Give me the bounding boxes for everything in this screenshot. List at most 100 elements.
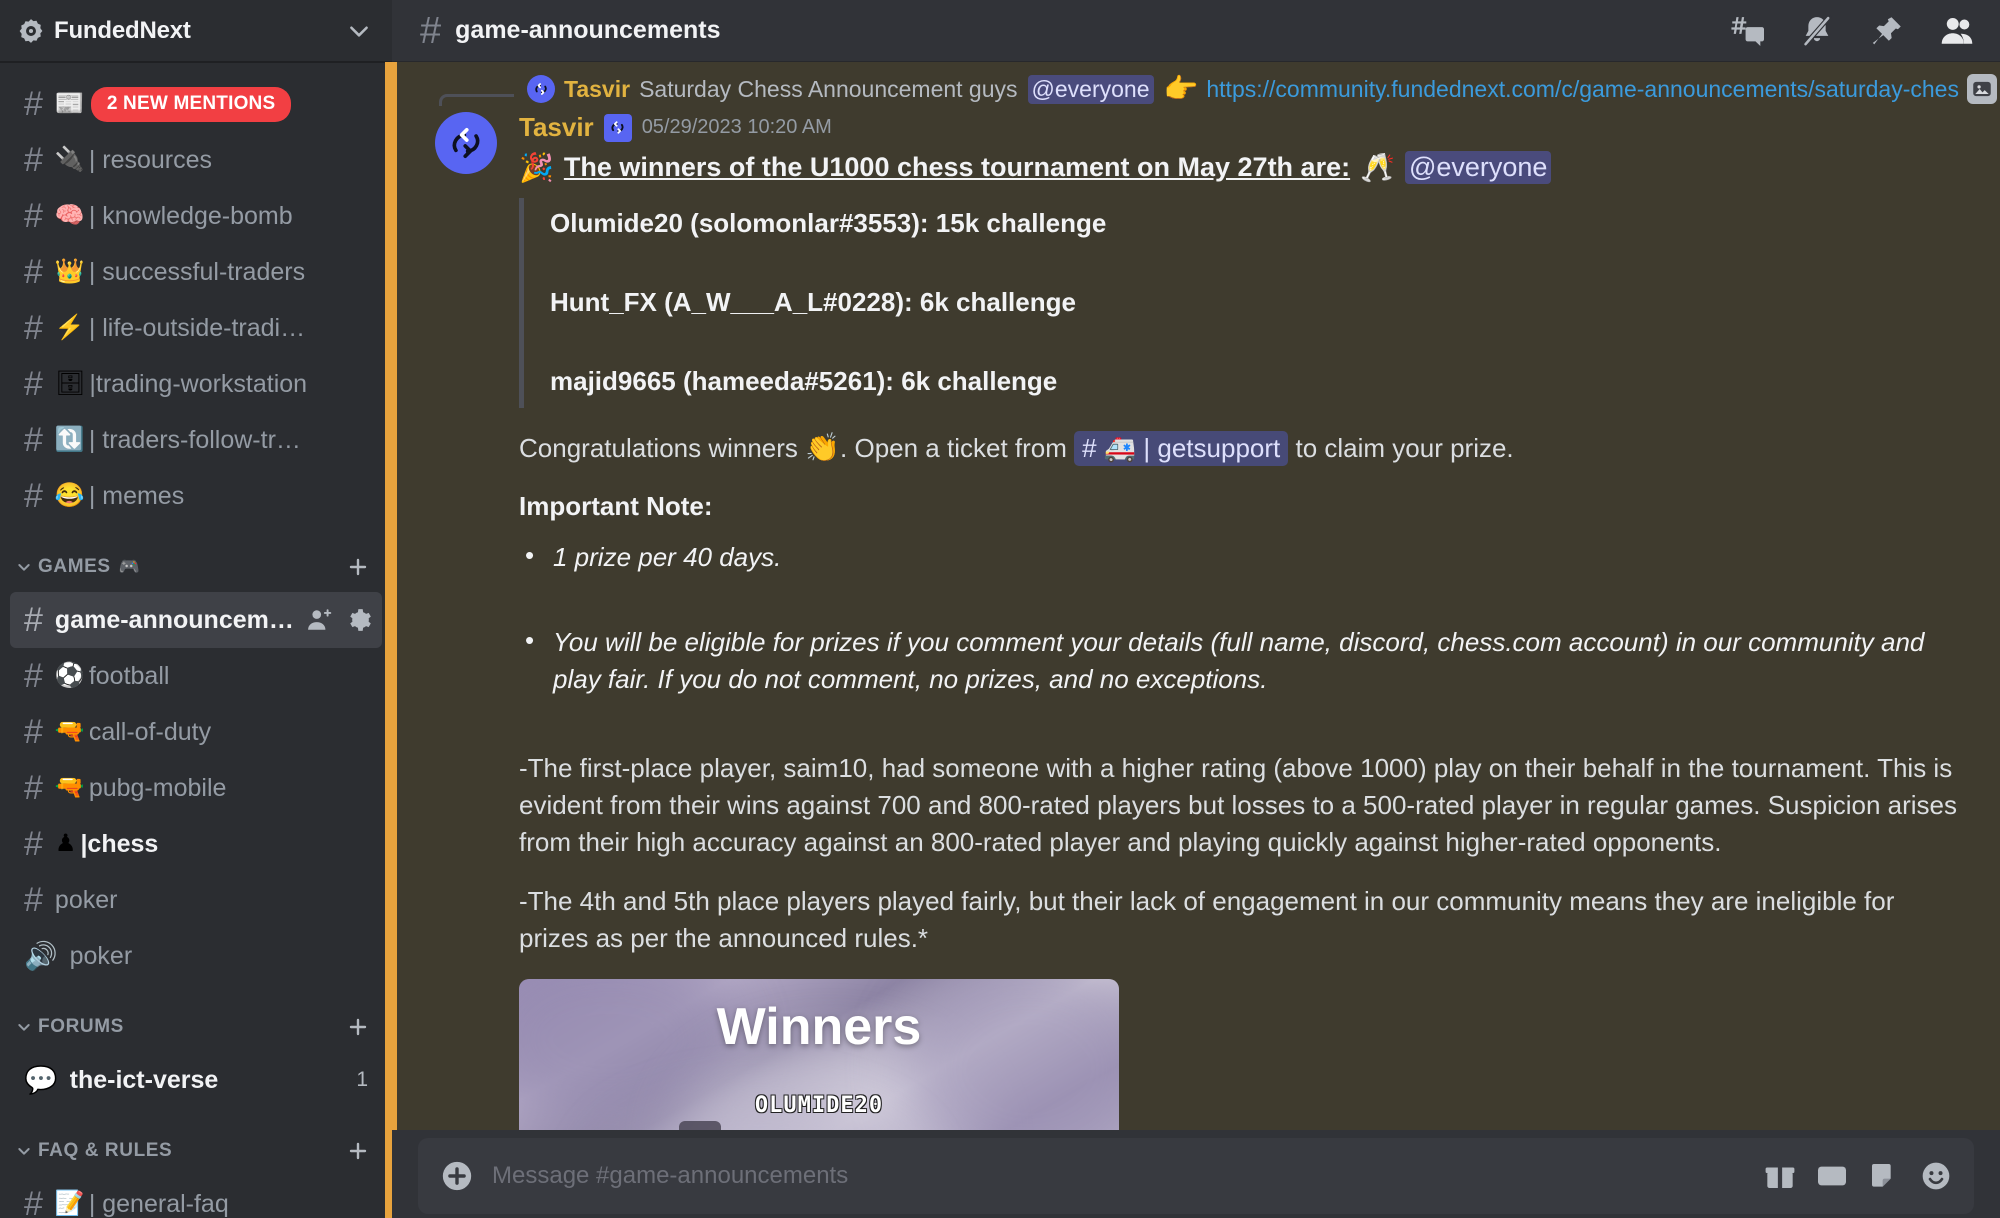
- channel-actions: [307, 607, 372, 633]
- sidebar-item-the-ict-verse[interactable]: 💬 the-ict-verse 1: [10, 1052, 382, 1108]
- sidebar-item-successful-traders[interactable]: # 👑 | successful-traders: [10, 244, 382, 300]
- message-body: Tasvir 05/29/2023 10:20 AM 🎉 The winners…: [519, 112, 2000, 1130]
- chevron-down-icon[interactable]: [346, 18, 372, 44]
- reply-link[interactable]: https://community.fundednext.com/c/game-…: [1206, 76, 1959, 103]
- chevron-down-icon: [16, 1019, 32, 1035]
- message-author[interactable]: Tasvir: [519, 112, 594, 143]
- category-label: FAQ & RULES: [38, 1140, 173, 1161]
- category-forums[interactable]: FORUMS: [10, 1002, 382, 1052]
- sidebar-item-football[interactable]: # ⚽ football: [10, 648, 382, 704]
- bell-muted-icon[interactable]: [1800, 14, 1834, 48]
- emoji-icon[interactable]: [1920, 1160, 1952, 1192]
- server-header[interactable]: FundedNext: [0, 0, 392, 62]
- message-headline: 🎉 The winners of the U1000 chess tournam…: [519, 151, 1970, 184]
- attachment-winner-name: OLUMIDE20: [754, 1092, 884, 1118]
- hash-icon: #: [24, 85, 43, 123]
- winner-row: Hunt_FX (A_W___A_L#0228): 6k challenge: [550, 287, 1076, 318]
- sidebar-item-label: pubg-mobile: [88, 773, 227, 802]
- hash-icon: #: [24, 197, 43, 235]
- channel-emoji: 🗄: [54, 370, 86, 397]
- attachment-title: Winners: [716, 997, 922, 1056]
- hash-icon: #: [24, 1185, 43, 1218]
- party-popper-icon: 🎉: [519, 151, 554, 183]
- channel-emoji: 📝: [54, 1190, 85, 1217]
- sidebar-item-label: | traders-follow-tr…: [88, 425, 301, 454]
- hash-icon: #: [24, 421, 43, 459]
- clapping-hands-icon: 👏: [805, 431, 841, 463]
- hash-icon: #: [24, 601, 43, 639]
- clinking-glasses-icon: 🥂: [1360, 151, 1395, 183]
- hash-icon: #: [24, 713, 43, 751]
- hash-icon: #: [24, 769, 43, 807]
- sidebar-item-pubg-mobile[interactable]: # 🔫 pubg-mobile: [10, 760, 382, 816]
- sidebar-item-poker-voice[interactable]: 🔊 poker: [10, 928, 382, 984]
- sidebar-item-label: | resources: [88, 145, 213, 174]
- sidebar-item-traders-follow-traders[interactable]: # 🔃 | traders-follow-tr…: [10, 412, 382, 468]
- sidebar-item-memes[interactable]: # 😂 | memes: [10, 468, 382, 524]
- sidebar-item-label: call-of-duty: [88, 717, 212, 746]
- category-label: GAMES: [38, 556, 111, 577]
- chess-pawn-icon: ♟: [54, 830, 77, 857]
- gamepad-icon: 🎮: [118, 557, 140, 576]
- mention-chip[interactable]: @everyone: [1404, 151, 1552, 184]
- category-faq-rules[interactable]: FAQ & RULES: [10, 1126, 382, 1176]
- channel-emoji: ⚽: [54, 662, 85, 689]
- channel-emoji: ⚡: [54, 314, 85, 341]
- sidebar-item-general-faq[interactable]: # 📝 | general-faq: [10, 1176, 382, 1218]
- avatar[interactable]: [435, 112, 497, 174]
- hash-icon: #: [24, 477, 43, 515]
- sidebar-item-call-of-duty[interactable]: # 🔫 call-of-duty: [10, 704, 382, 760]
- paragraph-4th-5th-place: -The 4th and 5th place players played fa…: [519, 885, 1895, 953]
- sidebar-scrollbar[interactable]: [385, 62, 392, 1218]
- message-list[interactable]: Tasvir Saturday Chess Announcement guys …: [392, 62, 2000, 1130]
- congrats-paragraph: Congratulations winners 👏. Open a ticket…: [519, 430, 1970, 467]
- message-input[interactable]: [492, 1162, 1764, 1190]
- sidebar-item-chess[interactable]: # ♟ |chess: [10, 816, 382, 872]
- composer-box[interactable]: [418, 1138, 1974, 1214]
- add-member-icon[interactable]: [307, 607, 333, 633]
- add-channel-icon[interactable]: [346, 1015, 370, 1039]
- paragraph-first-place: -The first-place player, saim10, had som…: [519, 753, 1958, 857]
- winners-attachment-image[interactable]: Winners OLUMIDE20 (SOLOMONLAR#3553): [519, 978, 1119, 1130]
- threads-icon[interactable]: [1730, 14, 1764, 48]
- sidebar-item-label: poker: [69, 941, 133, 970]
- category-games[interactable]: GAMES 🎮: [10, 542, 382, 592]
- message-composer: [392, 1130, 2000, 1218]
- chevron-down-icon: [16, 1143, 32, 1159]
- sidebar-item-trading-workstation[interactable]: # 🗄 |trading-workstation: [10, 356, 382, 412]
- speaker-lock-icon: 🔊: [24, 940, 58, 971]
- channel-mention-getsupport[interactable]: # 🚑 | getsupport: [1074, 430, 1289, 466]
- channel-emoji: 📰: [54, 90, 85, 117]
- highlighted-message: Tasvir Saturday Chess Announcement guys …: [392, 62, 2000, 1130]
- add-channel-icon[interactable]: [346, 555, 370, 579]
- sidebar-item-resources[interactable]: # 🔌 | resources: [10, 132, 382, 188]
- chat-area: # game-announcements Tasvir Saturday Che…: [392, 0, 2000, 1218]
- gear-icon[interactable]: [346, 607, 372, 633]
- mention-chip[interactable]: @everyone: [1027, 74, 1154, 104]
- reply-author: Tasvir: [564, 75, 631, 102]
- add-channel-icon[interactable]: [346, 1139, 370, 1163]
- sidebar-item-game-announcements[interactable]: # game-announcem…: [10, 592, 382, 648]
- sidebar-item-poker-text[interactable]: # poker: [10, 872, 382, 928]
- sidebar-item-life-outside-trading[interactable]: # ⚡ | life-outside-tradi…: [10, 300, 382, 356]
- channel-list: # 📰 2 NEW MENTIONS # 🔌 | resources # 🧠 |…: [0, 62, 392, 1218]
- sticker-icon[interactable]: [1868, 1160, 1900, 1192]
- gift-icon[interactable]: [1764, 1160, 1796, 1192]
- reply-text: Saturday Chess Announcement guys: [639, 75, 1018, 102]
- hash-icon: #: [24, 365, 43, 403]
- channel-emoji: 🧠: [54, 202, 85, 229]
- sidebar-item-announcements[interactable]: # 📰 2 NEW MENTIONS: [10, 76, 382, 132]
- members-icon[interactable]: [1940, 14, 1974, 48]
- list-item: You will be eligible for prizes if you c…: [519, 622, 1970, 698]
- gif-icon[interactable]: [1816, 1160, 1848, 1192]
- channel-sidebar: FundedNext # 📰 2 NEW MENTIONS # 🔌 | reso…: [0, 0, 392, 1218]
- pin-icon[interactable]: [1870, 14, 1904, 48]
- sidebar-item-label: |chess: [80, 829, 159, 858]
- reply-preview[interactable]: Tasvir Saturday Chess Announcement guys …: [397, 70, 2000, 106]
- plus-circle-icon[interactable]: [440, 1159, 474, 1193]
- sidebar-item-label: the-ict-verse: [69, 1065, 219, 1094]
- reply-spine: [439, 94, 514, 106]
- important-note-title: Important Note:: [519, 491, 713, 522]
- sidebar-item-knowledge-bomb[interactable]: # 🧠 | knowledge-bomb: [10, 188, 382, 244]
- sidebar-item-label: | knowledge-bomb: [88, 201, 293, 230]
